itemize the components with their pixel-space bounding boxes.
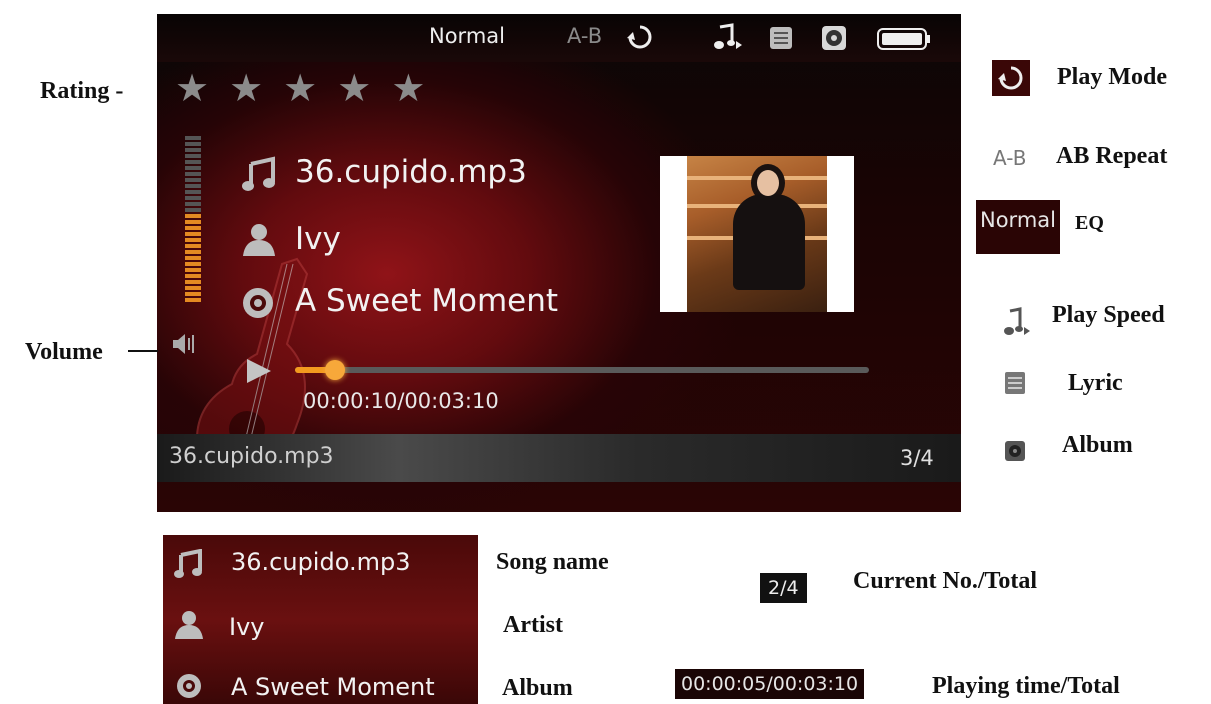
volume-segment <box>185 148 201 152</box>
play-mode-legend: Play Mode <box>1057 64 1167 90</box>
music-note-icon <box>242 156 275 191</box>
legend-play-mode-chip <box>992 60 1030 96</box>
volume-callout: Volume <box>25 339 103 365</box>
volume-segment <box>185 136 201 140</box>
eq-legend-chip: Normal <box>976 200 1060 254</box>
song-name-label: Song name <box>496 549 609 575</box>
volume-segment <box>185 244 201 248</box>
play-mode-legend-icon <box>998 66 1023 90</box>
rating-star-icon[interactable]: ★ <box>337 66 371 110</box>
volume-segment <box>185 190 201 194</box>
time-readout: 00:00:10/00:03:10 <box>303 389 499 413</box>
current-count-chip: 2/4 <box>760 573 807 603</box>
volume-segment <box>185 142 201 146</box>
volume-segment <box>185 172 201 176</box>
album-legend-icon <box>1005 441 1025 461</box>
artist-name: Ivy <box>295 221 341 257</box>
track-count: 3/4 <box>900 446 934 470</box>
volume-segment <box>185 280 201 284</box>
album-photo <box>687 156 827 312</box>
play-speed-icon <box>714 23 742 49</box>
current-count-label: Current No./Total <box>853 568 1038 594</box>
detail-artist: Ivy <box>229 613 265 641</box>
volume-segment <box>185 262 201 266</box>
volume-segment <box>185 292 201 296</box>
ab-legend-icon: A-B <box>993 146 1027 170</box>
bottom-file-name: 36.cupido.mp3 <box>169 444 334 469</box>
volume-segment <box>185 160 201 164</box>
album-legend: Album <box>1062 432 1133 458</box>
progress-knob[interactable] <box>325 360 345 380</box>
rating-stars[interactable]: ★ ★ ★ ★ ★ <box>175 66 445 110</box>
speaker-icon <box>173 334 194 354</box>
volume-segment <box>185 232 201 236</box>
volume-segment <box>185 166 201 170</box>
volume-meter[interactable] <box>185 136 201 306</box>
volume-segment <box>185 298 201 302</box>
volume-segment <box>185 226 201 230</box>
player-screen: Normal A-B ★ ★ ★ ★ ★ 36.cupido.mp3 Ivy A… <box>157 14 961 512</box>
album-name: A Sweet Moment <box>295 283 559 319</box>
volume-segment <box>185 202 201 206</box>
detail-song: 36.cupido.mp3 <box>231 548 411 576</box>
playing-time-chip: 00:00:05/00:03:10 <box>675 669 865 699</box>
playing-time-label: Playing time/Total <box>932 673 1120 699</box>
volume-segment <box>185 196 201 200</box>
eq-legend: EQ <box>1075 212 1104 234</box>
rating-star-icon[interactable]: ★ <box>175 66 209 110</box>
ab-repeat-status: A-B <box>567 24 603 48</box>
disc-icon <box>243 288 273 318</box>
album-icon <box>822 26 846 50</box>
volume-segment <box>185 208 201 212</box>
rating-callout: Rating - <box>40 78 124 104</box>
volume-segment <box>185 256 201 260</box>
detail-album: A Sweet Moment <box>231 673 435 701</box>
volume-segment <box>185 286 201 290</box>
volume-callout-line <box>128 350 158 352</box>
battery-icon <box>877 28 930 50</box>
volume-segment <box>185 238 201 242</box>
volume-segment <box>185 268 201 272</box>
volume-segment <box>185 178 201 182</box>
play-speed-legend: Play Speed <box>1052 302 1165 328</box>
volume-segment <box>185 154 201 158</box>
volume-segment <box>185 274 201 278</box>
lyric-icon <box>770 27 792 49</box>
progress-track[interactable] <box>295 367 869 373</box>
lyric-legend: Lyric <box>1068 370 1123 396</box>
detail-disc-icon <box>177 674 201 698</box>
song-title: 36.cupido.mp3 <box>295 154 527 190</box>
rating-star-icon[interactable]: ★ <box>391 66 425 110</box>
rating-star-icon[interactable]: ★ <box>229 66 263 110</box>
play-speed-legend-icon <box>1004 307 1030 335</box>
play-icon[interactable] <box>243 356 273 386</box>
volume-segment <box>185 220 201 224</box>
artist-label: Artist <box>503 612 563 638</box>
album-label: Album <box>502 675 573 701</box>
artist-icon <box>243 224 275 256</box>
volume-segment <box>185 214 201 218</box>
volume-segment <box>185 184 201 188</box>
detail-panel: 36.cupido.mp3 Ivy A Sweet Moment <box>163 535 478 704</box>
rating-star-icon[interactable]: ★ <box>283 66 317 110</box>
detail-music-note-icon <box>174 549 202 578</box>
detail-artist-icon <box>175 611 203 639</box>
lyric-legend-icon <box>1005 372 1025 394</box>
play-mode-icon <box>627 25 652 49</box>
album-art <box>660 156 854 312</box>
eq-status: Normal <box>429 24 505 48</box>
volume-segment <box>185 250 201 254</box>
ab-repeat-legend: AB Repeat <box>1056 143 1168 169</box>
now-playing-bar: 36.cupido.mp3 3/4 <box>157 434 961 482</box>
